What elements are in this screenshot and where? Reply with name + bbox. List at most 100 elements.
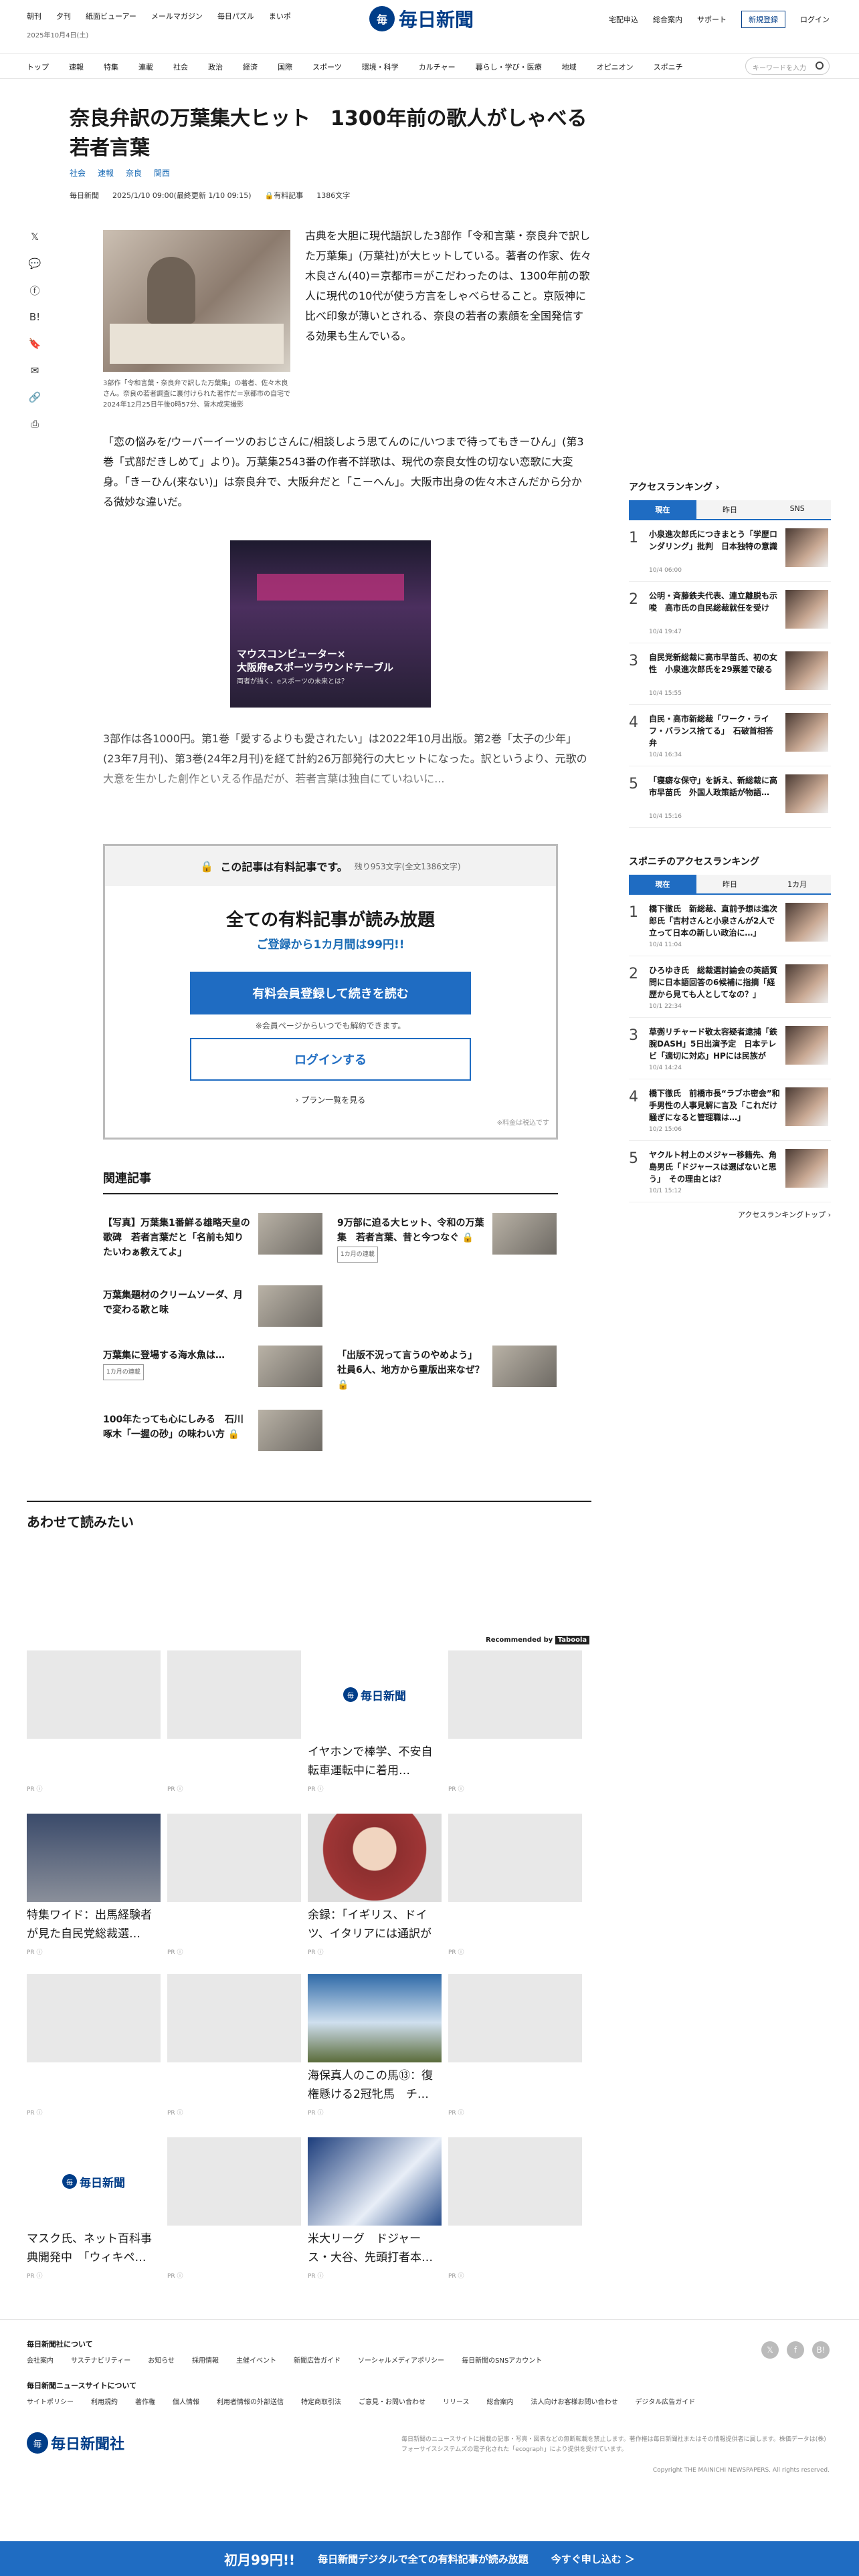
top-link-mail[interactable]: メールマガジン bbox=[151, 11, 203, 21]
ad-banner[interactable]: マウスコンピューター× 大阪府eスポーツラウンドテーブル 両者が描く、eスポーツ… bbox=[230, 540, 431, 708]
x-icon[interactable]: 𝕏 bbox=[761, 2341, 779, 2359]
recommend-card[interactable]: PR ⓘ bbox=[448, 1974, 582, 2117]
link-icon[interactable]: 🔗 bbox=[28, 391, 41, 404]
subscribe-button[interactable]: 有料会員登録して続きを読む bbox=[190, 972, 471, 1014]
related-item[interactable]: 「出版不況って言うのやめよう」社員6人、地方から重版出来なぜ？ 🔒 bbox=[337, 1346, 565, 1399]
nav-item[interactable]: 社会 bbox=[173, 62, 188, 72]
nav-item[interactable]: トップ bbox=[27, 62, 49, 72]
footer-logo[interactable]: 毎 毎日新聞社 bbox=[27, 2432, 124, 2454]
site-logo[interactable]: 毎 毎日新聞 bbox=[369, 5, 474, 32]
footer-link[interactable]: ご意見・お問い合わせ bbox=[359, 2396, 425, 2406]
ranking-heading[interactable]: アクセスランキング › bbox=[629, 480, 831, 494]
plans-link[interactable]: › プラン一覧を見る bbox=[105, 1094, 556, 1105]
ranking-item[interactable]: 4 自民・高市新総裁「ワーク・ライフ・バランス捨てる」 石破首相答弁 10/4 16… bbox=[629, 705, 831, 766]
tag-link[interactable]: 社会 bbox=[70, 167, 86, 179]
bookmark-icon[interactable]: 🔖 bbox=[28, 337, 41, 350]
print-icon[interactable]: ⎙ bbox=[28, 417, 41, 431]
top-link-choukan[interactable]: 朝刊 bbox=[27, 11, 41, 21]
related-item[interactable]: 100年たっても心にしみる 石川啄木「一握の砂」の味わい方 🔒 bbox=[103, 1410, 330, 1463]
ranking-item[interactable]: 1 小泉進次郎氏につきまとう「学歴ロンダリング」批判 日本独特の意識 10/4 06… bbox=[629, 520, 831, 582]
footer-link[interactable]: 利用者情報の外部送信 bbox=[217, 2396, 284, 2406]
footer-link[interactable]: 総合案内 bbox=[487, 2396, 514, 2406]
footer-link[interactable]: リリース bbox=[443, 2396, 470, 2406]
footer-link[interactable]: 利用規約 bbox=[91, 2396, 118, 2406]
related-item[interactable]: 【写真】万葉集1番鮮る雄略天皇の歌碑 若者言葉だと「名前も知りたいわぁ教えてよ」 bbox=[103, 1213, 330, 1267]
ranking-item[interactable]: 4 橋下徹氏 前橋市長“ラブホ密会”和手男性の人事見解に言及「これだけ騒ぎになると… bbox=[629, 1079, 831, 1141]
footer-link[interactable]: ソーシャルメディアポリシー bbox=[358, 2355, 444, 2365]
tag-link[interactable]: 関西 bbox=[154, 167, 170, 179]
footer-link[interactable]: サステナビリティー bbox=[71, 2355, 130, 2365]
recommend-card[interactable]: 毎毎日新聞 イヤホンで棒学、不安自転車運転中に着用… PR ⓘ bbox=[308, 1650, 442, 1793]
nav-item[interactable]: スポニチ bbox=[654, 62, 683, 72]
info-link[interactable]: 総合案内 bbox=[653, 14, 682, 25]
footer-link[interactable]: 主催イベント bbox=[236, 2355, 276, 2365]
nav-item[interactable]: オピニオン bbox=[597, 62, 634, 72]
ranking-item[interactable]: 2 公明・斉藤鉄夫代表、連立離脱も示唆 高市氏の自民総裁就任を受け 10/4 19:… bbox=[629, 582, 831, 643]
recommend-card[interactable]: PR ⓘ bbox=[27, 1650, 161, 1793]
tag-link[interactable]: 速報 bbox=[98, 167, 114, 179]
top-link-yuukan[interactable]: 夕刊 bbox=[56, 11, 71, 21]
related-item[interactable]: 9万部に迫る大ヒット、令和の万葉集 若者言葉、昔と今つなぐ 🔒 1カ月の連載 bbox=[337, 1213, 565, 1267]
tag-link[interactable]: 奈良 bbox=[126, 167, 142, 179]
search-icon[interactable] bbox=[816, 62, 824, 70]
recommend-card[interactable]: PR ⓘ bbox=[448, 1814, 582, 1956]
nav-item[interactable]: 暮らし・学び・医療 bbox=[476, 62, 542, 72]
ranking-item[interactable]: 5 ヤクルト村上のメジャー移籍先、角島男氏「ドジャースは選ばないと思う」 その理由… bbox=[629, 1141, 831, 1202]
recommend-card[interactable]: PR ⓘ bbox=[167, 1974, 301, 2117]
ranking-item[interactable]: 5 「寝癖な保守」を訴え、新総裁に高市早苗氏 外国人政策話が物語… 10/4 15:… bbox=[629, 766, 831, 828]
footer-link[interactable]: 会社案内 bbox=[27, 2355, 54, 2365]
recommend-card[interactable]: 特集ワイド：出馬経験者が見た自民党総裁選… PR ⓘ bbox=[27, 1814, 161, 1956]
recommend-card[interactable]: PR ⓘ bbox=[167, 2137, 301, 2280]
tab-yesterday[interactable]: 昨日 bbox=[696, 500, 764, 519]
recommend-card[interactable]: PR ⓘ bbox=[448, 2137, 582, 2280]
footer-link[interactable]: 採用情報 bbox=[192, 2355, 219, 2365]
facebook-icon[interactable]: f bbox=[787, 2341, 804, 2359]
delivery-link[interactable]: 宅配申込 bbox=[609, 14, 638, 25]
top-link-puzzle[interactable]: 毎日パズル bbox=[217, 11, 254, 21]
nav-item[interactable]: 経済 bbox=[243, 62, 258, 72]
footer-link[interactable]: お知らせ bbox=[148, 2355, 175, 2365]
nav-item[interactable]: 政治 bbox=[208, 62, 223, 72]
ranking-item[interactable]: 3 草彅リチャード敬太容疑者逮捕「鉄腕DASH」5日出演予定 日本テレビ「適切に対… bbox=[629, 1018, 831, 1079]
recommend-card[interactable]: PR ⓘ bbox=[167, 1814, 301, 1956]
nav-item[interactable]: 環境・科学 bbox=[362, 62, 399, 72]
footer-link[interactable]: 特定商取引法 bbox=[301, 2396, 341, 2406]
ranking-item[interactable]: 1 橋下徹氏 新総裁、直前予想は進次郎氏「吉村さんと小泉さんが2人で立って日本の新… bbox=[629, 895, 831, 956]
nav-item[interactable]: 速報 bbox=[69, 62, 84, 72]
footer-link[interactable]: 新聞広告ガイド bbox=[294, 2355, 341, 2365]
nav-item[interactable]: 特集 bbox=[104, 62, 118, 72]
tab-now[interactable]: 現在 bbox=[629, 875, 696, 893]
ranking-item[interactable]: 2 ひろゆき氏 総裁選討論会の英語質問に日本語回答の6候補に指摘「経歴から見ても人… bbox=[629, 956, 831, 1018]
footer-link[interactable]: デジタル広告ガイド bbox=[636, 2396, 696, 2406]
related-item[interactable]: 万葉集題材のクリームソーダ、月で変わる歌と味 bbox=[103, 1285, 330, 1339]
tab-yesterday[interactable]: 昨日 bbox=[696, 875, 764, 893]
mail-icon[interactable]: ✉ bbox=[28, 364, 41, 377]
ranking-top-link[interactable]: アクセスランキングトップ › bbox=[629, 1209, 831, 1220]
comment-icon[interactable]: 💬 bbox=[28, 257, 41, 270]
cta-apply[interactable]: 今すぐ申し込む ＞ bbox=[551, 2552, 635, 2566]
footer-link[interactable]: サイトポリシー bbox=[27, 2396, 74, 2406]
recommend-card[interactable]: PR ⓘ bbox=[27, 1974, 161, 2117]
hatena-share-icon[interactable]: B! bbox=[28, 310, 41, 324]
register-button[interactable]: 新規登録 bbox=[741, 11, 785, 28]
footer-link[interactable]: 著作権 bbox=[135, 2396, 155, 2406]
related-item[interactable]: 万葉集に登場する海水魚は… 1カ月の連載 bbox=[103, 1346, 330, 1399]
recommend-card[interactable]: 海保真人のこの馬⑬：復権懸ける2冠牝馬 チ… PR ⓘ bbox=[308, 1974, 442, 2117]
login-link[interactable]: ログイン bbox=[800, 14, 830, 25]
x-share-icon[interactable]: 𝕏 bbox=[28, 230, 41, 243]
footer-link[interactable]: 個人情報 bbox=[173, 2396, 199, 2406]
top-link-maipo[interactable]: まいポ bbox=[269, 11, 291, 21]
search-input[interactable]: キーワードを入力 bbox=[745, 58, 830, 75]
hatena-icon[interactable]: B! bbox=[812, 2341, 830, 2359]
nav-item[interactable]: スポーツ bbox=[312, 62, 342, 72]
nav-item[interactable]: カルチャー bbox=[419, 62, 456, 72]
bottom-cta-bar[interactable]: 初月99円!! 毎日新聞デジタルで全ての有料記事が読み放題 今すぐ申し込む ＞ bbox=[0, 2541, 859, 2576]
footer-link[interactable]: 毎日新聞のSNSアカウント bbox=[462, 2355, 542, 2365]
recommend-card[interactable]: 毎毎日新聞 マスク氏、ネット百科事典開発中 「ウィキペ… PR ⓘ bbox=[27, 2137, 161, 2280]
tab-sns[interactable]: SNS bbox=[763, 500, 832, 519]
nav-item[interactable]: 国際 bbox=[278, 62, 292, 72]
recommend-card[interactable]: PR ⓘ bbox=[167, 1650, 301, 1793]
tab-now[interactable]: 現在 bbox=[629, 500, 696, 519]
ranking-item[interactable]: 3 自民党新総裁に高市早苗氏、初の女性 小泉進次郎氏を29票差で破る 10/4 15… bbox=[629, 643, 831, 705]
tab-month[interactable]: 1カ月 bbox=[763, 875, 832, 893]
